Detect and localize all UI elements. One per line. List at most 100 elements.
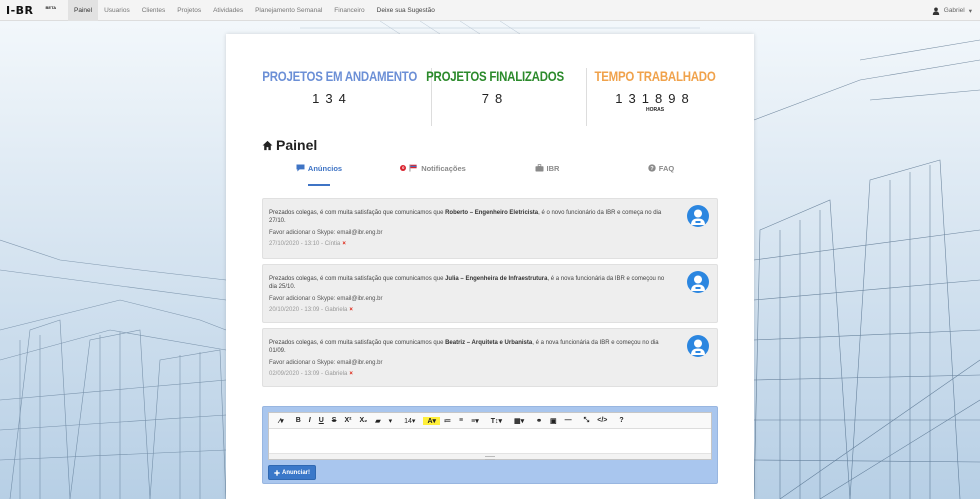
line-height-dropdown[interactable]: T↕▾: [487, 417, 506, 425]
editor-text-area[interactable]: [269, 429, 711, 453]
user-name: Gabriel: [943, 7, 965, 14]
announcement-skype: Favor adicionar o Skype: email@ibr.eng.b…: [269, 360, 383, 366]
anunciar-button[interactable]: Anunciar!: [268, 465, 317, 480]
avatar: [687, 205, 709, 227]
stat-value: 131898: [615, 91, 695, 106]
user-menu[interactable]: Gabriel ▾: [932, 0, 972, 21]
tab-faq[interactable]: ? FAQ: [604, 162, 718, 188]
tab-label: IBR: [546, 164, 560, 173]
delete-icon[interactable]: ×: [342, 241, 346, 247]
superscript-button[interactable]: X²: [340, 417, 355, 424]
svg-text:?: ?: [650, 166, 654, 172]
announcement-date-author: 20/10/2020 - 13:09 - Gabriela: [269, 307, 348, 313]
link-button[interactable]: ⚭: [532, 417, 546, 425]
rich-text-editor: ⁄▾ B I U S X² X₂ ▰ ▾ 14▾ A▾ ≔ ≡ ≡▾ T↕▾ ▦…: [268, 412, 712, 460]
announcement-name: Beatriz – Arquiteta e Urbanista: [445, 340, 533, 346]
strikethrough-button[interactable]: S: [328, 417, 341, 424]
nav-item-projetos[interactable]: Projetos: [171, 0, 207, 21]
announcement-editor: ⁄▾ B I U S X² X₂ ▰ ▾ 14▾ A▾ ≔ ≡ ≡▾ T↕▾ ▦…: [262, 406, 718, 484]
announcement-date-author: 02/09/2020 - 13:09 - Gabriela: [269, 371, 348, 377]
announcement-text: Prezados colegas, é com muita satisfação…: [269, 275, 669, 291]
tabs: Anúncios 0 Notificações IBR ? FAQ: [262, 162, 718, 188]
eraser-icon[interactable]: ▰: [371, 417, 384, 425]
horizontal-rule-button[interactable]: —: [561, 417, 576, 424]
page-title-text: Painel: [276, 137, 318, 153]
announcement-card: Prezados colegas, é com muita satisfação…: [262, 328, 718, 387]
announcement-date-author: 27/10/2020 - 13:10 - Cíntia: [269, 241, 341, 247]
table-dropdown[interactable]: ▦▾: [510, 417, 528, 425]
announcement-prefix: Prezados colegas, é com muita satisfação…: [269, 340, 446, 346]
editor-resize-handle[interactable]: [269, 453, 711, 460]
announcement-meta: 27/10/2020 - 13:10 - Cíntia ×: [269, 241, 711, 247]
briefcase-icon: [535, 164, 544, 172]
top-navbar: I-BR BETA Painel Usuarios Clientes Proje…: [0, 0, 980, 21]
editor-toolbar: ⁄▾ B I U S X² X₂ ▰ ▾ 14▾ A▾ ≔ ≡ ≡▾ T↕▾ ▦…: [269, 413, 711, 429]
stat-label: PROJETOS EM ANDAMENTO: [262, 68, 418, 84]
stat-value: 78: [481, 91, 509, 106]
announcement-text: Prezados colegas, é com muita satisfação…: [269, 209, 669, 225]
help-button[interactable]: ?: [615, 417, 627, 424]
user-icon: [932, 7, 939, 15]
tab-anuncios[interactable]: Anúncios: [262, 162, 376, 188]
anunciar-label: Anunciar!: [282, 469, 311, 476]
subscript-button[interactable]: X₂: [355, 417, 371, 424]
unordered-list-button[interactable]: ≔: [440, 417, 455, 425]
delete-icon[interactable]: ×: [349, 371, 353, 377]
magic-wand-icon[interactable]: ⁄▾: [275, 417, 288, 425]
tab-notificacoes[interactable]: 0 Notificações: [376, 162, 490, 188]
color-dropdown[interactable]: A▾: [423, 416, 441, 425]
plus-icon: [274, 469, 280, 476]
announcement-skype: Favor adicionar o Skype: email@ibr.eng.b…: [269, 296, 383, 302]
picture-button[interactable]: ▣: [546, 417, 561, 425]
announcement-prefix: Prezados colegas, é com muita satisfação…: [269, 276, 446, 282]
brand[interactable]: I-BR BETA: [6, 4, 68, 17]
nav-item-painel[interactable]: Painel: [68, 0, 99, 21]
beta-badge: BETA: [45, 4, 57, 10]
code-view-button[interactable]: </>: [593, 417, 611, 424]
stat-label: TEMPO TRABALHADO: [594, 68, 716, 84]
announcement-card: Prezados colegas, é com muita satisfação…: [262, 198, 718, 259]
bold-button[interactable]: B: [292, 417, 305, 424]
main-panel: PROJETOS EM ANDAMENTO 134 PROJETOS FINAL…: [226, 34, 754, 499]
avatar: [687, 335, 709, 357]
nav-item-planejamento-semanal[interactable]: Planejamento Semanal: [249, 0, 328, 21]
nav-item-financeiro[interactable]: Financeiro: [328, 0, 370, 21]
ordered-list-button[interactable]: ≡: [455, 417, 467, 424]
nav-item-clientes[interactable]: Clientes: [136, 0, 171, 21]
announcement-meta: 02/09/2020 - 13:09 - Gabriela ×: [269, 371, 711, 377]
question-icon: ?: [648, 164, 656, 172]
tab-label: Anúncios: [307, 164, 343, 173]
announcement-text: Prezados colegas, é com muita satisfação…: [269, 339, 669, 355]
tab-label: FAQ: [658, 164, 675, 173]
page-title: Painel: [262, 137, 317, 153]
announcement-meta: 20/10/2020 - 13:09 - Gabriela ×: [269, 307, 711, 313]
nav-item-sugestao[interactable]: Deixe sua Sugestão: [371, 0, 441, 21]
tab-label: Notificações: [421, 164, 466, 173]
announcement-name: Julia – Engenheira de Infraestrutura: [445, 276, 548, 282]
nav-items: Painel Usuarios Clientes Projetos Ativid…: [68, 0, 441, 21]
stat-unit: HORAS: [645, 107, 665, 113]
flag-icon: [409, 164, 417, 172]
delete-icon[interactable]: ×: [349, 307, 353, 313]
paragraph-dropdown[interactable]: ≡▾: [467, 417, 483, 425]
fullscreen-button[interactable]: ⤡: [580, 417, 594, 425]
stat-tempo-trabalhado: TEMPO TRABALHADO 131898 HORAS: [570, 68, 740, 113]
avatar: [687, 271, 709, 293]
stat-value: 134: [312, 91, 352, 106]
tab-ibr[interactable]: IBR: [490, 162, 604, 188]
announcement-prefix: Prezados colegas, é com muita satisfação…: [269, 210, 446, 216]
underline-button[interactable]: U: [315, 417, 328, 424]
stat-label: PROJETOS FINALIZADOS: [426, 68, 564, 84]
notification-badge: 0: [400, 165, 407, 171]
font-family-dropdown[interactable]: ▾: [385, 417, 397, 425]
nav-item-atividades[interactable]: Atividades: [207, 0, 249, 21]
nav-item-usuarios[interactable]: Usuarios: [98, 0, 136, 21]
italic-button[interactable]: I: [305, 417, 315, 424]
announcement-card: Prezados colegas, é com muita satisfação…: [262, 264, 718, 323]
home-icon: [262, 140, 273, 150]
announcement-name: Roberto – Engenheiro Eletricista: [445, 210, 539, 216]
stat-projetos-andamento: PROJETOS EM ANDAMENTO 134: [247, 68, 417, 106]
comment-icon: [296, 164, 305, 172]
font-size-dropdown[interactable]: 14▾: [400, 417, 419, 425]
announcement-skype: Favor adicionar o Skype: email@ibr.eng.b…: [269, 230, 383, 236]
